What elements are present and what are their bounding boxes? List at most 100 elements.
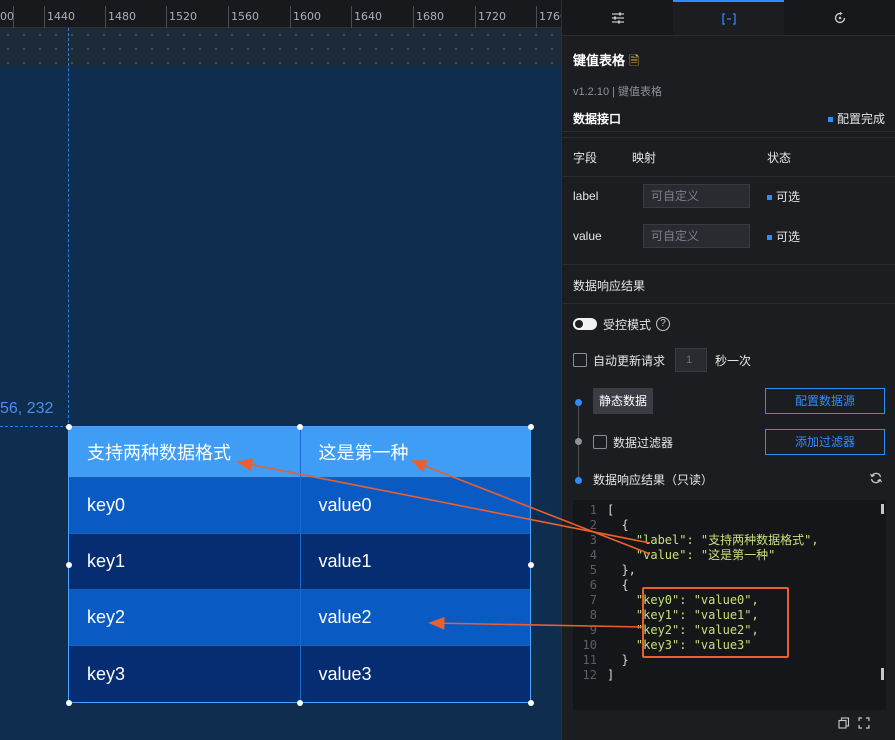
- ruler-tick: 1680: [416, 10, 444, 23]
- tab-interaction[interactable]: [784, 0, 895, 35]
- tab-style[interactable]: [562, 0, 673, 35]
- vertical-guide-line: [68, 28, 69, 428]
- data-bracket-icon: [721, 12, 736, 25]
- component-name: 键值表格: [573, 53, 626, 68]
- table-row: key0 value0: [69, 478, 530, 534]
- code-line: {: [607, 518, 629, 532]
- horizontal-guide-line: [0, 426, 68, 427]
- mapping-input[interactable]: 可自定义: [643, 184, 750, 208]
- ruler-tick: 1640: [354, 10, 382, 23]
- ruler-tick: 1440: [47, 10, 75, 23]
- status-dot: [767, 234, 772, 240]
- resize-handle[interactable]: [66, 562, 72, 568]
- step-dot: [575, 438, 582, 445]
- horizontal-ruler: 00 1440 1480 1520 1560 1600 1640 1680 17…: [0, 0, 561, 28]
- add-filter-button[interactable]: 添加过滤器: [765, 429, 885, 455]
- field-header: 字段: [573, 150, 598, 165]
- resize-handle[interactable]: [528, 562, 534, 568]
- refresh-cycle-icon: [834, 11, 845, 23]
- ruler-tick: 1560: [231, 10, 259, 23]
- key-cell: key1: [87, 551, 126, 571]
- value-cell: value0: [299, 478, 531, 533]
- key-value-table-widget[interactable]: 支持两种数据格式 这是第一种 key0 value0 key1 value1 k…: [68, 426, 531, 703]
- per-seconds-label: 秒一次: [715, 353, 752, 368]
- table-header-row: 支持两种数据格式 这是第一种: [69, 427, 530, 478]
- table-row: key3 value3: [69, 646, 530, 702]
- table-row: key1 value1: [69, 534, 530, 590]
- key-cell: key3: [87, 663, 126, 684]
- field-row-label: label 可自定义 可选: [573, 184, 885, 208]
- document-icon[interactable]: 🗎: [629, 53, 639, 68]
- scrollbar[interactable]: [881, 504, 884, 514]
- config-status: 配置完成: [836, 111, 885, 126]
- ruler-tick: 1720: [478, 10, 506, 23]
- position-readout: 56, 232: [0, 400, 54, 417]
- update-interval-input[interactable]: 1: [675, 348, 708, 372]
- value-cell: value2: [299, 590, 531, 645]
- ruler-tick: 1520: [169, 10, 197, 23]
- field-row-value: value 可自定义 可选: [573, 224, 885, 248]
- copy-icon[interactable]: [838, 717, 850, 729]
- panel-tabs: [562, 0, 895, 36]
- table-row: key2 value2: [69, 590, 530, 646]
- section-title: 数据接口: [573, 111, 622, 126]
- resize-handle[interactable]: [528, 700, 534, 706]
- auto-update-row: 自动更新请求 1 秒一次: [573, 348, 885, 372]
- ruler-tick: 1600: [293, 10, 321, 23]
- code-line: [: [607, 503, 615, 517]
- controlled-mode-label: 受控模式: [603, 317, 652, 332]
- resize-handle[interactable]: [66, 424, 72, 430]
- scrollbar[interactable]: [881, 668, 884, 680]
- ruler-tick: 00: [0, 10, 14, 23]
- code-line: ]: [607, 668, 615, 682]
- resize-handle[interactable]: [66, 700, 72, 706]
- config-source-button[interactable]: 配置数据源: [765, 388, 885, 414]
- code-line: "label": "支持两种数据格式",: [607, 533, 819, 547]
- design-canvas[interactable]: 00 1440 1480 1520 1560 1600 1640 1680 17…: [0, 0, 561, 740]
- auto-update-checkbox[interactable]: [573, 353, 587, 367]
- controlled-mode-row: 受控模式 ?: [573, 315, 885, 333]
- response-title: 数据响应结果: [573, 278, 646, 293]
- field-status: 可选: [776, 189, 801, 204]
- controlled-mode-toggle[interactable]: [573, 318, 597, 330]
- static-data-tag[interactable]: 静态数据: [593, 388, 654, 414]
- data-filter-checkbox[interactable]: [593, 435, 607, 449]
- ruler-tick: 1480: [108, 10, 136, 23]
- status-dot: [767, 194, 772, 200]
- step-dot: [575, 399, 582, 406]
- field-name: label: [573, 189, 599, 203]
- field-name: value: [573, 229, 602, 243]
- resize-handle[interactable]: [297, 424, 303, 430]
- status-header: 状态: [767, 150, 792, 165]
- step-dot: [575, 477, 582, 484]
- code-line: },: [607, 563, 636, 577]
- resize-handle[interactable]: [528, 424, 534, 430]
- screen: 00 1440 1480 1520 1560 1600 1640 1680 17…: [0, 0, 895, 740]
- tab-data[interactable]: [673, 0, 784, 35]
- mapping-header: 映射: [632, 150, 657, 165]
- code-line: "value": "这是第一种": [607, 548, 776, 562]
- data-filter-label: 数据过滤器: [613, 435, 674, 450]
- header-cell: 这是第一种: [299, 427, 531, 477]
- key-cell: key2: [87, 607, 126, 627]
- response-readonly-label: 数据响应结果（只读）: [593, 472, 714, 487]
- field-table-header: 字段 映射 状态: [573, 148, 885, 166]
- ruler-tick: 1760: [539, 10, 561, 23]
- sliders-icon: [611, 12, 624, 23]
- component-version: v1.2.10 | 键值表格: [573, 86, 663, 98]
- value-cell: value3: [299, 646, 531, 702]
- canvas-grid-band: [0, 28, 561, 66]
- refresh-icon[interactable]: [869, 471, 883, 485]
- fullscreen-icon[interactable]: [858, 717, 870, 729]
- code-line: {: [607, 578, 629, 592]
- help-icon[interactable]: ?: [656, 317, 671, 331]
- value-cell: value1: [299, 534, 531, 589]
- code-line: }: [607, 653, 629, 667]
- header-cell: 支持两种数据格式: [87, 443, 231, 463]
- annotation-highlight-box: [642, 587, 789, 658]
- data-interface-row: 数据接口 配置完成: [573, 108, 885, 128]
- resize-handle[interactable]: [297, 700, 303, 706]
- auto-update-label: 自动更新请求: [593, 353, 666, 368]
- field-status: 可选: [776, 229, 801, 244]
- mapping-input[interactable]: 可自定义: [643, 224, 750, 248]
